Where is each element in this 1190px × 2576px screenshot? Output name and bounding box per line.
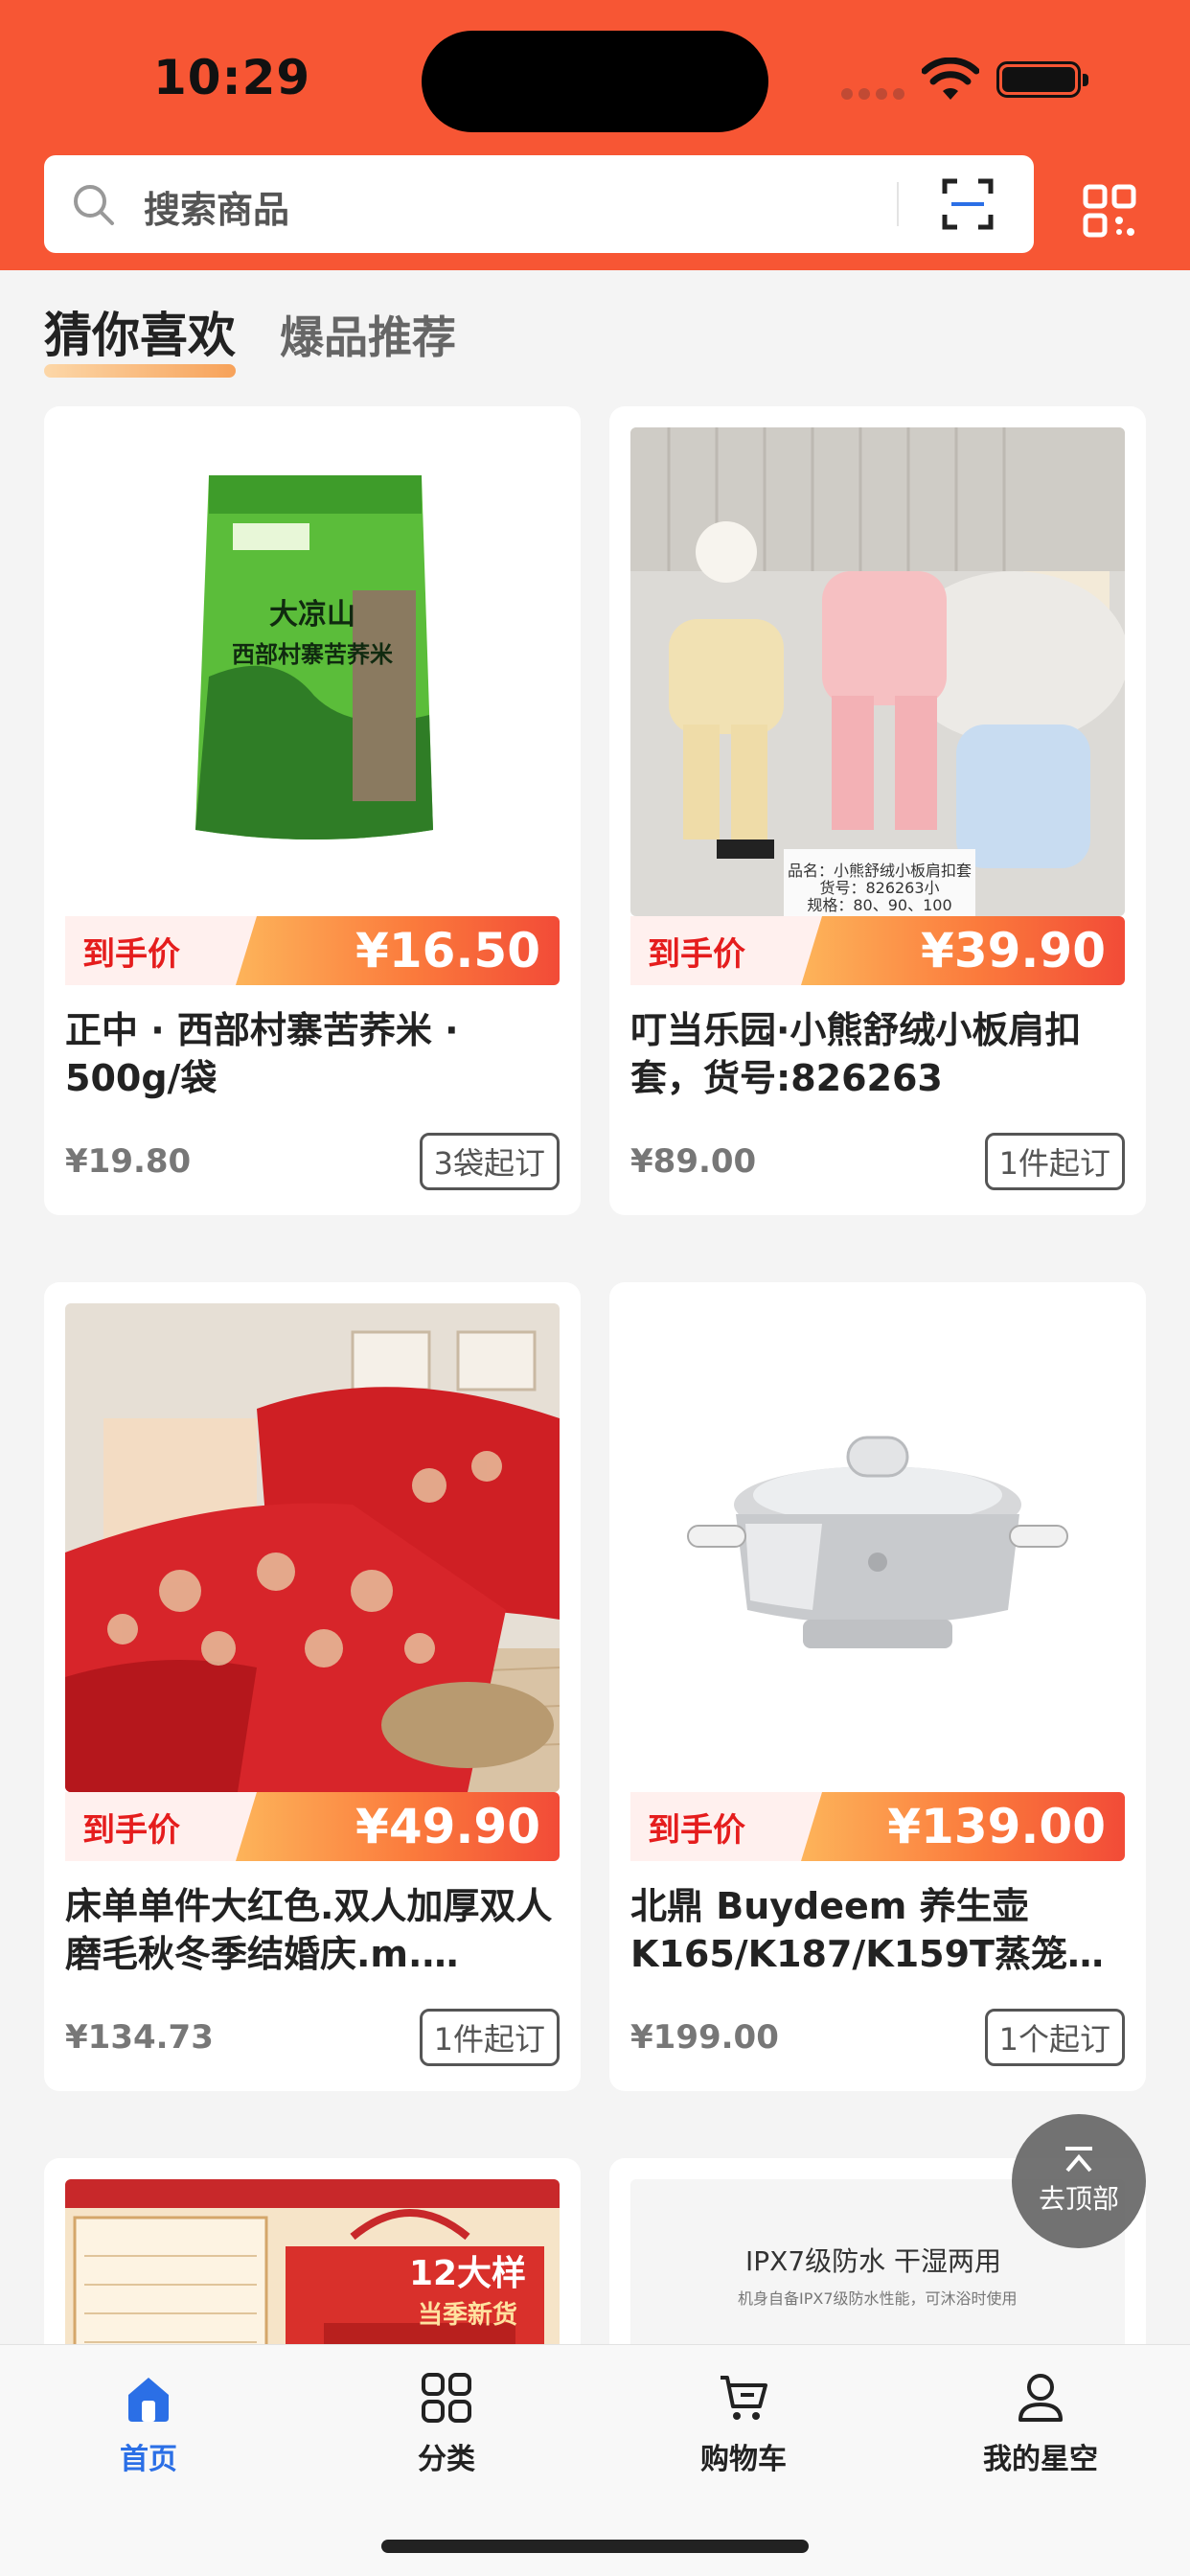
status-time: 10:29 [153,50,311,105]
divider [897,182,899,226]
price-bar: 到手价 ¥39.90 [630,916,1125,985]
image-caption-3: 规格：80、90、100 [807,896,951,914]
product-image: 品名：小熊舒绒小板肩扣套 货号：826263小 规格：80、90、100 [630,427,1125,916]
signal-icon [841,88,904,100]
tab-category[interactable]: 分类 [351,2370,542,2477]
price-tag-label: 到手价 [65,916,257,985]
min-order-badge: 3袋起订 [419,1133,560,1190]
deal-price: ¥49.90 [236,1792,560,1861]
product-meta: ¥89.00 1件起订 [630,1133,1125,1190]
category-icon [422,2373,471,2423]
feed-tabs: 猜你喜欢 爆品推荐 [44,297,456,380]
tab-label: 我的星空 [983,2443,1098,2476]
original-price: ¥89.00 [630,1142,757,1181]
original-price: ¥19.80 [65,1142,192,1181]
tab-label: 购物车 [700,2443,787,2476]
promo-subtitle: 机身自备IPX7级防水性能，可沐浴时使用 [738,2289,1018,2308]
image-caption-2: 货号：826263小 [819,879,939,897]
product-image [65,1303,560,1792]
scan-icon[interactable] [942,178,994,230]
min-order-badge: 1件起订 [984,1133,1125,1190]
product-title: 床单单件大红色.双人加厚双人磨毛秋冬季结婚庆.m.… [65,1885,553,1975]
arrow-up-icon [1065,2147,1092,2173]
price-bar: 到手价 ¥16.50 [65,916,560,985]
cart-icon [721,2376,767,2420]
price-tag-label: 到手价 [630,916,822,985]
image-caption-1: 品名：小熊舒绒小板肩扣套 [788,862,972,880]
tab-home[interactable]: 首页 [53,2370,244,2477]
dynamic-island [422,31,768,132]
profile-icon [1018,2374,1063,2422]
search-input[interactable]: 搜索商品 [144,180,289,233]
qr-code-icon[interactable] [1083,184,1136,238]
package-label-2: 西部村寨苦荞米 [232,641,393,668]
deal-price: ¥39.90 [801,916,1125,985]
product-image: 大凉山 西部村寨苦荞米 [65,427,560,916]
tab-profile[interactable]: 我的星空 [945,2370,1136,2477]
wifi-icon [922,58,979,100]
product-title: 叮当乐园·小熊舒绒小板肩扣套，货号:826263 [630,1009,1082,1099]
product-title: 北鼎 Buydeem 养生壶 K165/K187/K159T蒸笼A… [630,1885,1067,1975]
product-image [630,1303,1125,1792]
battery-icon [996,61,1088,98]
search-icon [74,185,114,225]
deal-price: ¥139.00 [801,1792,1125,1861]
tab-hot-picks[interactable]: 爆品推荐 [280,303,456,380]
product-meta: ¥134.73 1件起订 [65,2009,560,2066]
tab-label: 首页 [120,2443,177,2476]
product-meta: ¥19.80 3袋起订 [65,1133,560,1190]
package-label-1: 大凉山 [269,598,355,632]
back-to-top-button[interactable]: 去顶部 [1012,2114,1146,2248]
promo-text-2: 当季新货 [418,2300,517,2330]
price-tag-label: 到手价 [630,1792,822,1861]
product-meta: ¥199.00 1个起订 [630,2009,1125,2066]
promo-title: IPX7级防水 干湿两用 [745,2245,1001,2277]
product-grid: 大凉山 西部村寨苦荞米 到手价 ¥16.50 正中 · 西部村寨苦荞米 · 50… [44,406,1146,2561]
tab-label: 分类 [418,2443,475,2476]
tab-cart[interactable]: 购物车 [648,2370,839,2477]
product-card[interactable]: 到手价 ¥49.90 床单单件大红色.双人加厚双人磨毛秋冬季结婚庆.m.… ¥1… [44,1282,581,2091]
search-bar[interactable]: 搜索商品 [44,155,1034,253]
price-bar: 到手价 ¥139.00 [630,1792,1125,1861]
product-card[interactable]: 大凉山 西部村寨苦荞米 到手价 ¥16.50 正中 · 西部村寨苦荞米 · 50… [44,406,581,1215]
price-tag-label: 到手价 [65,1792,257,1861]
back-to-top-label: 去顶部 [1038,2183,1119,2215]
price-bar: 到手价 ¥49.90 [65,1792,560,1861]
product-card[interactable]: 品名：小熊舒绒小板肩扣套 货号：826263小 规格：80、90、100 到手价… [609,406,1146,1215]
tab-guess-you-like[interactable]: 猜你喜欢 [44,297,236,380]
min-order-badge: 1件起订 [419,2009,560,2066]
home-icon [128,2378,169,2422]
product-card[interactable]: 到手价 ¥139.00 北鼎 Buydeem 养生壶 K165/K187/K15… [609,1282,1146,2091]
home-indicator [381,2540,809,2553]
original-price: ¥199.00 [630,2018,779,2057]
original-price: ¥134.73 [65,2018,214,2057]
deal-price: ¥16.50 [236,916,560,985]
product-title: 正中 · 西部村寨苦荞米 · 500g/袋 [65,1009,459,1099]
promo-text-1: 12大样 [409,2254,526,2293]
min-order-badge: 1个起订 [984,2009,1125,2066]
header: 10:29 搜索商品 [0,0,1190,270]
